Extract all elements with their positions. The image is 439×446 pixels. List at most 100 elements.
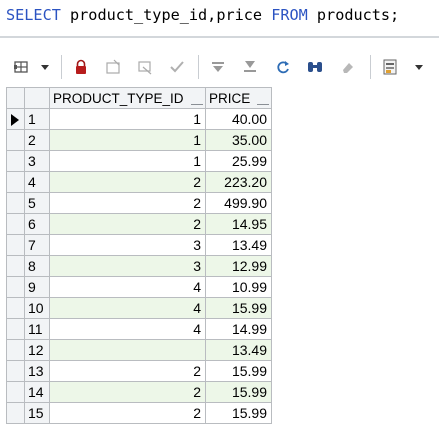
dropdown-icon[interactable] (36, 58, 54, 76)
row-number: 15 (24, 402, 50, 424)
grid-options-icon[interactable] (12, 58, 30, 76)
cell-product-type-id[interactable]: 2 (49, 213, 206, 235)
grid-corner-num (24, 87, 50, 109)
table-row[interactable]: 5 2 499.90 (6, 192, 272, 214)
cell-product-type-id[interactable]: 2 (49, 402, 206, 424)
cell-price[interactable]: 35.00 (205, 129, 272, 151)
cell-product-type-id[interactable]: 2 (49, 171, 206, 193)
filter-last-icon[interactable] (241, 58, 259, 76)
cell-product-type-id[interactable]: 2 (49, 360, 206, 382)
cell-product-type-id[interactable]: 3 (49, 255, 206, 277)
post-edit-icon[interactable] (168, 58, 186, 76)
row-indicator[interactable] (6, 192, 25, 214)
result-grid: PRODUCT_TYPE_ID PRICE 1 1 40.00 2 1 35.00 3 1 25… (6, 87, 272, 424)
toolbar-divider (370, 55, 371, 79)
cell-product-type-id[interactable]: 4 (49, 297, 206, 319)
row-indicator[interactable] (6, 171, 25, 193)
insert-row-icon[interactable] (104, 58, 122, 76)
row-indicator[interactable] (6, 234, 25, 256)
export-dropdown-icon[interactable] (410, 58, 428, 76)
cell-product-type-id[interactable]: 1 (49, 129, 206, 151)
grid-toolbar (0, 50, 439, 84)
cell-product-type-id[interactable]: 3 (49, 234, 206, 256)
current-row-pointer-icon (11, 114, 19, 126)
cell-price[interactable]: 25.99 (205, 150, 272, 172)
sql-table: products; (307, 6, 400, 24)
table-row[interactable]: 3 1 25.99 (6, 150, 272, 172)
row-indicator[interactable] (6, 339, 25, 361)
row-indicator[interactable] (6, 150, 25, 172)
row-number: 7 (24, 234, 50, 256)
table-row[interactable]: 15 2 15.99 (6, 402, 272, 424)
row-number: 8 (24, 255, 50, 277)
row-number: 5 (24, 192, 50, 214)
column-header-label: PRICE (209, 90, 251, 106)
row-indicator[interactable] (6, 297, 25, 319)
cell-price[interactable]: 15.99 (205, 297, 272, 319)
row-indicator[interactable] (6, 213, 25, 235)
row-number: 14 (24, 381, 50, 403)
cell-product-type-id[interactable]: 2 (49, 381, 206, 403)
row-number: 12 (24, 339, 50, 361)
table-row[interactable]: 4 2 223.20 (6, 171, 272, 193)
sql-keyword-select: SELECT (6, 6, 61, 24)
row-indicator[interactable] (6, 129, 25, 151)
table-row[interactable]: 8 3 12.99 (6, 255, 272, 277)
row-indicator[interactable] (6, 381, 25, 403)
table-row[interactable]: 14 2 15.99 (6, 381, 272, 403)
table-row[interactable]: 2 1 35.00 (6, 129, 272, 151)
toolbar-divider (198, 55, 199, 79)
export-icon[interactable] (381, 58, 399, 76)
row-indicator[interactable] (6, 360, 25, 382)
table-row[interactable]: 6 2 14.95 (6, 213, 272, 235)
cell-price[interactable]: 10.99 (205, 276, 272, 298)
table-row[interactable]: 10 4 15.99 (6, 297, 272, 319)
clear-icon[interactable] (339, 58, 357, 76)
table-row[interactable]: 13 2 15.99 (6, 360, 272, 382)
find-icon[interactable] (306, 58, 324, 76)
row-indicator[interactable] (6, 276, 25, 298)
cell-price[interactable]: 13.49 (205, 234, 272, 256)
filter-first-icon[interactable] (209, 58, 227, 76)
table-row[interactable]: 11 4 14.99 (6, 318, 272, 340)
row-indicator[interactable] (6, 255, 25, 277)
column-menu-icon[interactable] (257, 102, 269, 105)
grid-corner[interactable] (6, 87, 25, 109)
column-header-price[interactable]: PRICE (205, 87, 272, 109)
row-indicator[interactable] (6, 318, 25, 340)
row-indicator[interactable] (6, 402, 25, 424)
cell-price[interactable]: 223.20 (205, 171, 272, 193)
row-indicator[interactable] (6, 108, 25, 130)
cell-price[interactable]: 40.00 (205, 108, 272, 130)
cell-price[interactable]: 12.99 (205, 255, 272, 277)
cell-product-type-id[interactable]: 4 (49, 276, 206, 298)
delete-row-icon[interactable] (136, 58, 154, 76)
cell-price[interactable]: 499.90 (205, 192, 272, 214)
row-number: 10 (24, 297, 50, 319)
row-number: 9 (24, 276, 50, 298)
cell-product-type-id[interactable]: 4 (49, 318, 206, 340)
refresh-icon[interactable] (274, 58, 292, 76)
toolbar-divider (61, 55, 62, 79)
column-menu-icon[interactable] (191, 102, 203, 105)
table-row[interactable]: 1 1 40.00 (6, 108, 272, 130)
cell-price[interactable]: 14.99 (205, 318, 272, 340)
cell-product-type-id[interactable]: 1 (49, 108, 206, 130)
cell-price[interactable]: 15.99 (205, 402, 272, 424)
lock-icon[interactable] (72, 58, 90, 76)
sql-columns: product_type_id,price (60, 6, 272, 24)
column-header-product-type-id[interactable]: PRODUCT_TYPE_ID (49, 87, 206, 109)
table-row[interactable]: 9 4 10.99 (6, 276, 272, 298)
table-row[interactable]: 12 13.49 (6, 339, 272, 361)
cell-price[interactable]: 15.99 (205, 360, 272, 382)
cell-price[interactable]: 13.49 (205, 339, 272, 361)
cell-product-type-id[interactable]: 2 (49, 192, 206, 214)
cell-product-type-id[interactable]: 1 (49, 150, 206, 172)
table-row[interactable]: 7 3 13.49 (6, 234, 272, 256)
cell-price[interactable]: 15.99 (205, 381, 272, 403)
cell-price[interactable]: 14.95 (205, 213, 272, 235)
row-number: 6 (24, 213, 50, 235)
row-number: 4 (24, 171, 50, 193)
cell-product-type-id[interactable] (49, 339, 206, 361)
sql-editor[interactable]: SELECT product_type_id,price FROM produc… (0, 0, 439, 30)
